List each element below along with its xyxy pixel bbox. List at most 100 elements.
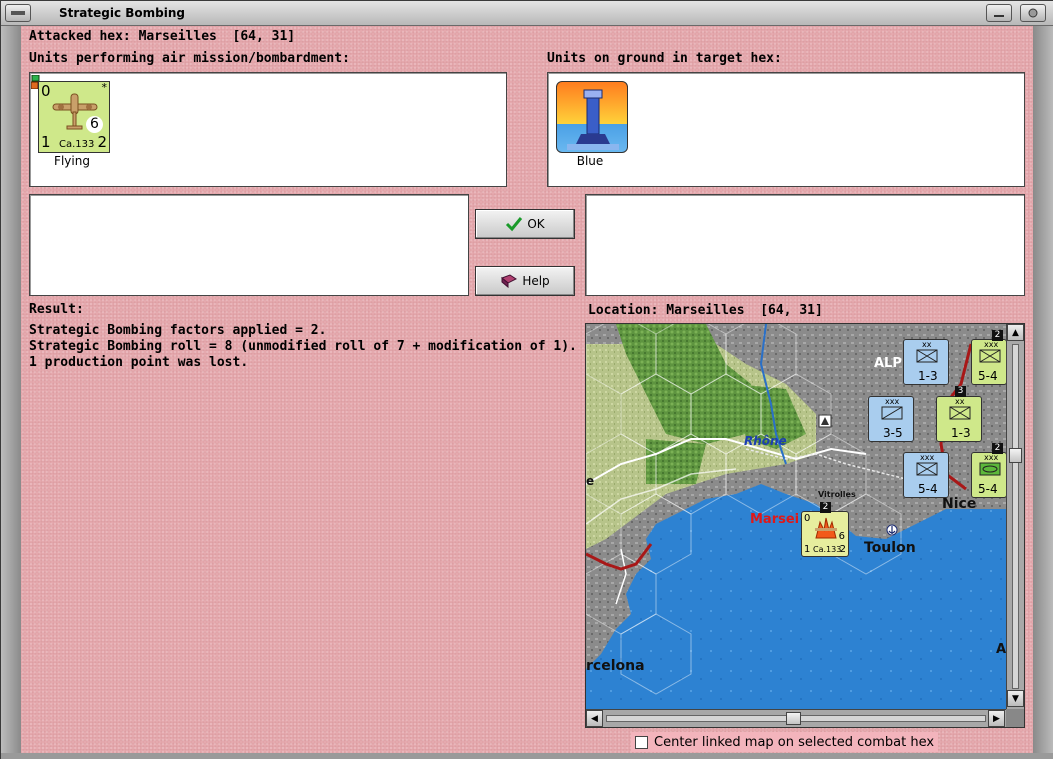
- air-unit-counter[interactable]: 0 * 6 1 Ca.133 2: [38, 81, 110, 153]
- unit-size-mark: xxx: [984, 340, 999, 349]
- unit-size-mark: xx: [922, 340, 932, 349]
- horizontal-scroll-thumb[interactable]: [786, 712, 801, 725]
- unit-factors: 5-4: [918, 482, 938, 496]
- unit-type-name: Ca.133: [59, 139, 95, 150]
- map-viewport[interactable]: Rhône ALP Nice Toulon Marsei rcelona Vit…: [586, 324, 1006, 709]
- map-label-e: e: [586, 474, 595, 488]
- bottom-frame: [1, 753, 1053, 759]
- attacked-hex-value: Marseilles [64, 31]: [138, 29, 296, 44]
- right-frame: [1033, 26, 1053, 753]
- scroll-up-button[interactable]: ▲: [1007, 324, 1024, 341]
- map-unit-counter[interactable]: xxx 5-4: [903, 452, 949, 498]
- scroll-left-button[interactable]: ◀: [586, 710, 603, 727]
- unit-size-mark: xxx: [885, 397, 900, 406]
- title-bar[interactable]: Strategic Bombing: [1, 1, 1053, 26]
- infantry-symbol-icon: [949, 406, 971, 420]
- map-unit-counter[interactable]: xx 1-3: [903, 339, 949, 385]
- map-label-barcelona: rcelona: [586, 658, 645, 674]
- air-unit-status: Flying: [54, 154, 90, 168]
- minimize-icon: [994, 15, 1004, 17]
- center-map-label: Center linked map on selected combat hex: [654, 734, 935, 750]
- location-line: Location: Marseilles [64, 31]: [588, 303, 823, 318]
- linked-map[interactable]: Rhône ALP Nice Toulon Marsei rcelona Vit…: [585, 323, 1025, 728]
- unit-range-value: 6: [86, 116, 103, 133]
- arrow-up-icon: ▲: [1012, 327, 1019, 338]
- unit-factors: 5-4: [978, 482, 998, 496]
- map-vertical-scrollbar[interactable]: ▲ ▼: [1006, 324, 1024, 709]
- map-label-nice: Nice: [942, 496, 977, 512]
- map-unit-counter[interactable]: xxx 3-5: [868, 396, 914, 442]
- minimize-button[interactable]: [986, 4, 1012, 22]
- map-label-vitrolles: Vitrolles: [818, 490, 856, 499]
- map-unit-counter[interactable]: xx 1-3 3: [936, 386, 982, 442]
- map-bomber-counter[interactable]: 0 6 1 Ca.133 2 2: [801, 502, 849, 557]
- vertical-scroll-thumb[interactable]: [1009, 448, 1022, 463]
- checkmark-icon: [506, 217, 523, 232]
- arrow-right-icon: ▶: [993, 713, 1000, 724]
- map-label-marseilles: Marsei: [750, 512, 800, 527]
- location-label: Location:: [588, 303, 659, 318]
- scroll-right-button[interactable]: ▶: [988, 710, 1005, 727]
- port-anchor-icon: [886, 524, 898, 536]
- infantry-symbol-icon: [916, 349, 938, 363]
- vertical-scroll-track[interactable]: [1012, 344, 1019, 689]
- unit-top-right-mark: *: [101, 81, 108, 94]
- unit-factors: 1-3: [951, 426, 971, 440]
- stack-count-badge: 2: [992, 443, 1003, 454]
- bomber-mid: 6: [838, 531, 845, 542]
- maximize-button[interactable]: [1020, 4, 1046, 22]
- attacked-hex-label: Attacked hex:: [29, 29, 131, 44]
- strategic-bombing-window: Strategic Bombing Attacked hex: Marseill…: [0, 0, 1053, 759]
- unit-size-mark: xxx: [920, 453, 935, 462]
- help-button-label: Help: [522, 274, 550, 288]
- ok-button[interactable]: OK: [475, 209, 575, 239]
- naval-base-icon: [567, 89, 619, 150]
- stack-count-badge: 2: [992, 330, 1003, 341]
- map-label-toulon: Toulon: [864, 540, 916, 556]
- explosion-bomber-icon: [815, 517, 837, 539]
- city-marker-icon: [818, 414, 832, 428]
- result-text: Strategic Bombing factors applied = 2. S…: [29, 323, 577, 371]
- ground-unit-counter[interactable]: [556, 81, 628, 153]
- map-label-alp: ALP: [874, 356, 902, 371]
- attacked-hex-line: Attacked hex: Marseilles [64, 31]: [29, 29, 295, 44]
- scroll-down-button[interactable]: ▼: [1007, 690, 1024, 707]
- ground-units-list[interactable]: Blue: [547, 72, 1025, 187]
- air-units-list[interactable]: 0 * 6 1 Ca.133 2 Flying: [29, 72, 507, 187]
- help-button[interactable]: Help: [475, 266, 575, 296]
- unit-size-mark: xx: [955, 397, 965, 406]
- armor-symbol-icon: [979, 462, 1001, 476]
- cavalry-symbol-icon: [881, 406, 903, 420]
- map-unit-counter[interactable]: xxx 5-4 2: [971, 443, 1006, 498]
- ground-unit-name: Blue: [576, 154, 604, 168]
- bomber-name: Ca.133: [813, 545, 842, 554]
- map-horizontal-scrollbar[interactable]: ◀ ▶: [586, 709, 1006, 727]
- ok-button-label: OK: [527, 217, 545, 231]
- unit-top-left-value: 0: [41, 82, 51, 100]
- infantry-symbol-icon: [916, 462, 938, 476]
- location-value: Marseilles [64, 31]: [666, 303, 823, 318]
- unit-bottom-right-value: 2: [97, 133, 107, 151]
- map-label-rhone: Rhône: [744, 434, 787, 448]
- result-line: Strategic Bombing factors applied = 2.: [29, 323, 327, 338]
- help-book-icon: [501, 274, 518, 289]
- maximize-icon: [1028, 8, 1038, 18]
- map-label-a: A: [996, 642, 1006, 657]
- result-line: Strategic Bombing roll = 8 (unmodified r…: [29, 339, 577, 354]
- ground-units-header: Units on ground in target hex:: [547, 51, 782, 66]
- system-menu-button[interactable]: [5, 4, 31, 22]
- center-map-option[interactable]: Center linked map on selected combat hex: [631, 732, 939, 752]
- arrow-down-icon: ▼: [1012, 693, 1019, 704]
- infantry-symbol-icon: [979, 349, 1001, 363]
- unit-size-mark: xxx: [984, 453, 999, 462]
- center-map-checkbox[interactable]: [635, 735, 648, 749]
- bomber-top-left: 0: [804, 513, 811, 524]
- map-unit-counter[interactable]: xxx 5-4 2: [971, 330, 1006, 385]
- attacker-details-panel: [29, 194, 469, 296]
- window-menu-icon: [11, 11, 25, 15]
- unit-bottom-left-value: 1: [41, 133, 51, 151]
- arrow-left-icon: ◀: [591, 713, 598, 724]
- stack-count-badge: 3: [955, 386, 966, 397]
- window-title: Strategic Bombing: [59, 6, 185, 20]
- left-frame: [1, 26, 21, 753]
